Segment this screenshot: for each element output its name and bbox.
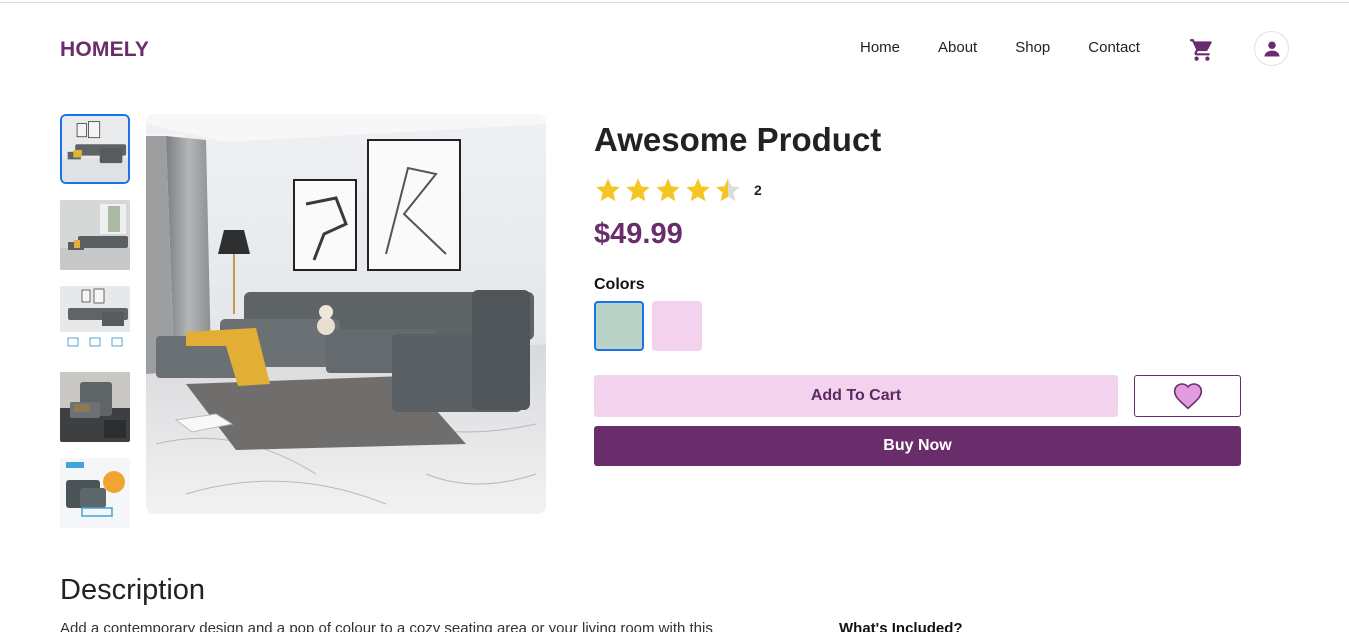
thumbnail-list [60, 114, 130, 544]
cart-icon[interactable] [1189, 37, 1215, 63]
account-button[interactable] [1254, 31, 1289, 66]
thumbnail-5[interactable] [60, 458, 130, 528]
add-to-cart-button[interactable]: Add To Cart [594, 375, 1118, 417]
product-rating: 2 [594, 176, 762, 204]
rating-count: 2 [754, 182, 762, 198]
star-icon [596, 178, 620, 202]
product-price: $49.99 [594, 218, 683, 250]
color-swatch-mint[interactable] [594, 301, 644, 351]
nav-shop-link[interactable]: Shop [1015, 38, 1050, 58]
buy-now-button[interactable]: Buy Now [594, 426, 1241, 466]
nav-home-link[interactable]: Home [860, 38, 900, 58]
top-divider [0, 2, 1349, 3]
star-half-icon [716, 178, 740, 202]
star-icon [656, 178, 680, 202]
nav-about-link[interactable]: About [938, 38, 977, 58]
nav-contact-link[interactable]: Contact [1088, 38, 1140, 58]
star-icon [686, 178, 710, 202]
wishlist-button[interactable] [1134, 375, 1241, 417]
thumbnail-1[interactable] [60, 114, 130, 184]
thumbnail-2[interactable] [60, 200, 130, 270]
product-title: Awesome Product [594, 121, 882, 158]
main-product-image[interactable] [146, 114, 546, 514]
color-swatch-pink[interactable] [652, 301, 702, 351]
whats-included-heading: What's Included? [839, 620, 963, 632]
description-text: Add a contemporary design and a pop of c… [60, 620, 713, 632]
thumbnail-3[interactable] [60, 286, 130, 356]
colors-label: Colors [594, 276, 645, 293]
brand-logo[interactable]: HOMELY [60, 38, 149, 62]
main-nav: Home About Shop Contact [860, 38, 1178, 58]
heart-icon [1173, 383, 1202, 410]
thumbnail-4[interactable] [60, 372, 130, 442]
description-heading: Description [60, 574, 206, 606]
user-icon [1264, 41, 1279, 56]
star-icon [626, 178, 650, 202]
